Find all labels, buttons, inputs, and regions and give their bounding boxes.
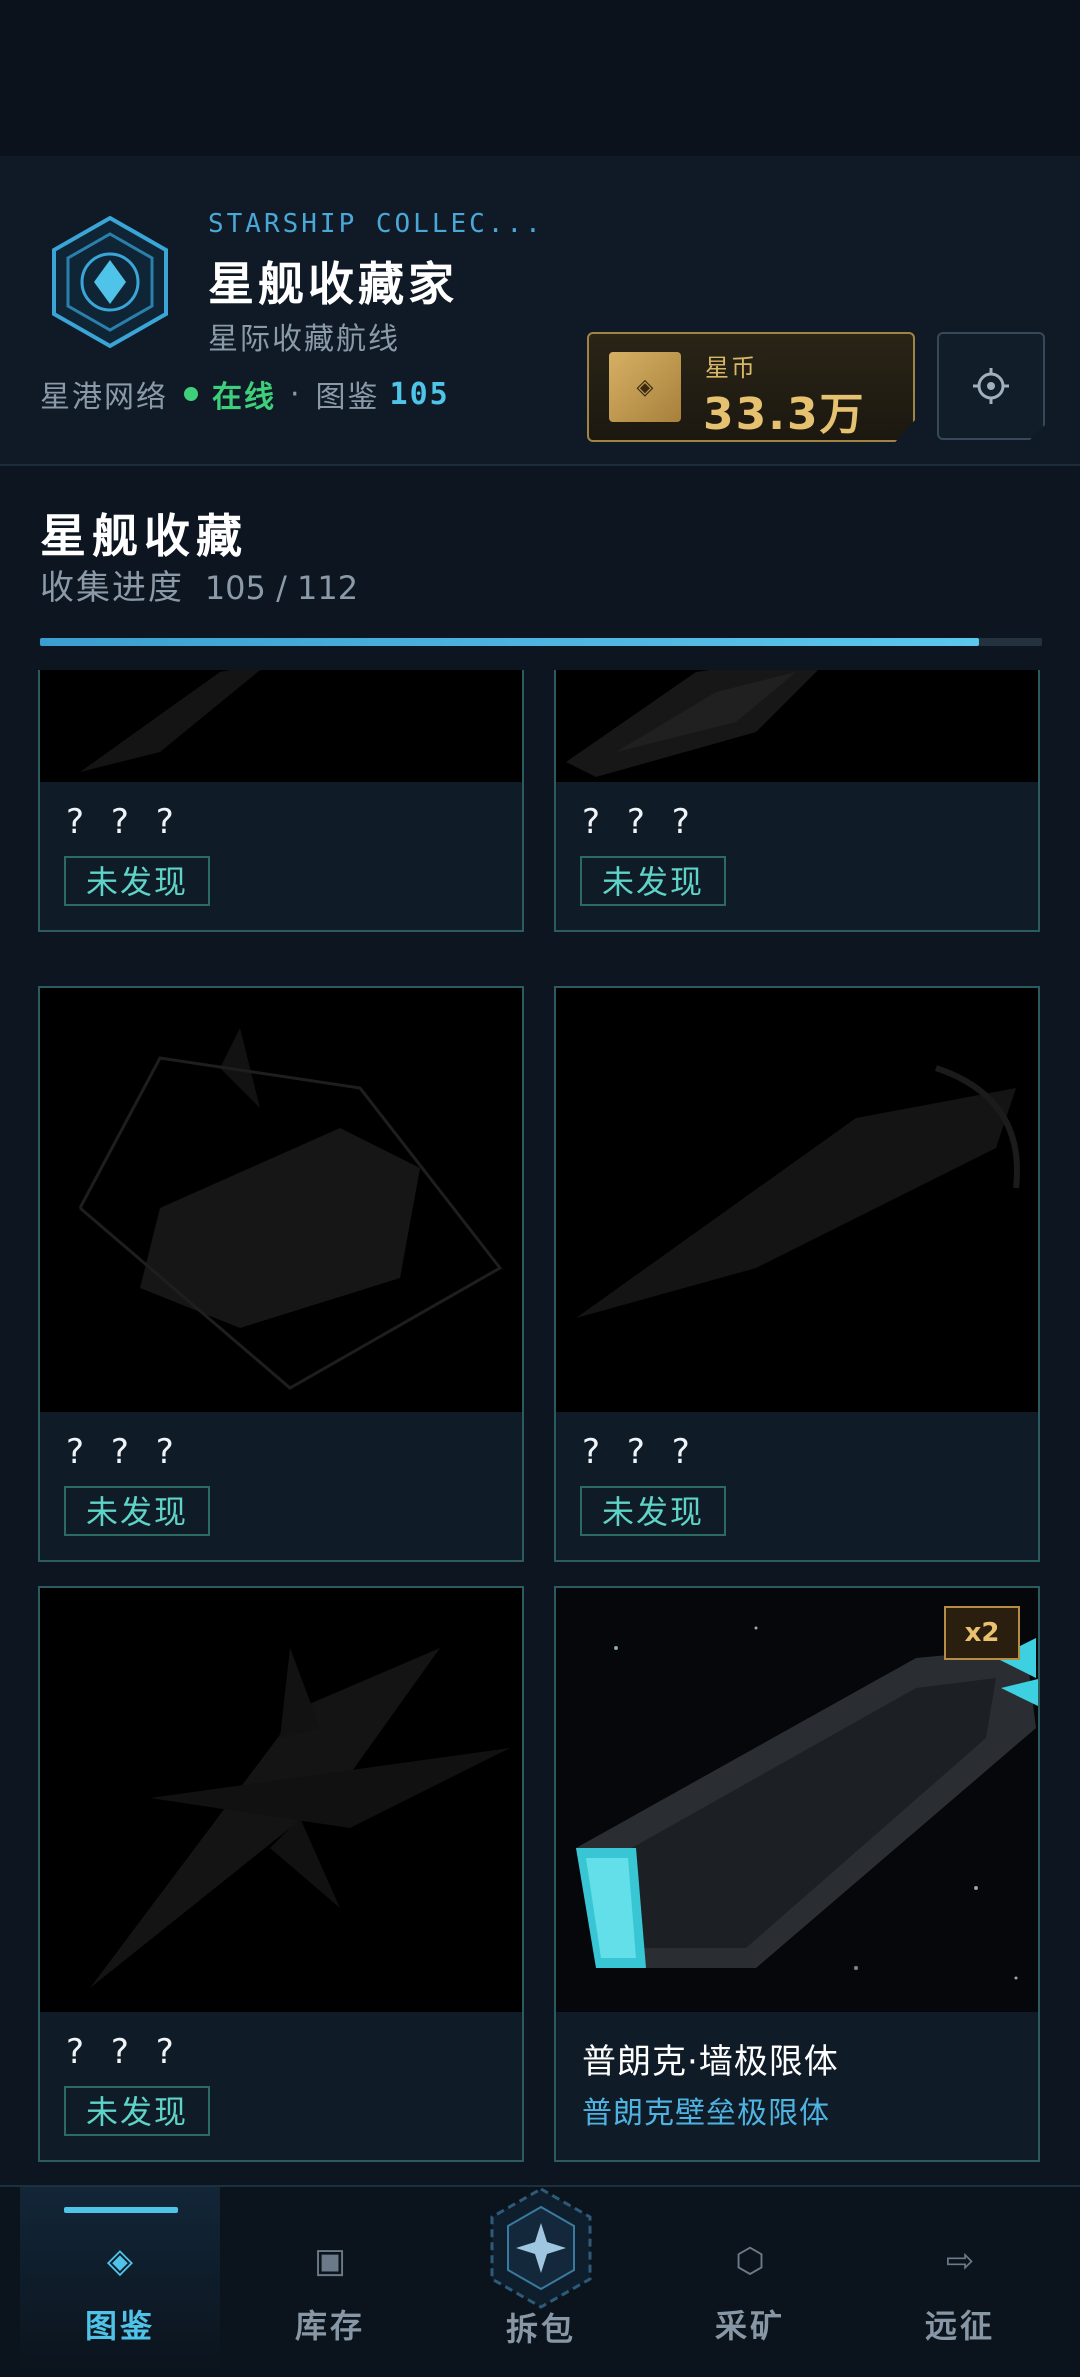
nav-item-expedition[interactable]: ⇨ 远征 [860,2187,1060,2377]
ship-silhouette-image [40,988,522,1412]
codex-label: 图鉴 [315,380,380,415]
app-header: STARSHIP COLLEC... 星舰收藏家 星际收藏航线 星港网络 在线 … [0,156,1080,466]
duplicate-count-badge: x2 [944,1606,1020,1660]
app-logo-icon [52,215,168,349]
undiscovered-tag: 未发现 [580,856,727,906]
ship-title: 普朗克·墙极限体 [582,2042,839,2082]
online-dot-icon [184,387,198,401]
ship-silhouette-image [556,670,1038,782]
nav-item-inventory[interactable]: ▣ 库存 [230,2187,430,2377]
collection-progress-text: 收集进度 105 / 112 [40,560,358,609]
codex-count: 105 [389,376,450,412]
gear-icon [973,368,1009,404]
app-title: 星舰收藏家 [208,257,458,311]
collection-progress-bar [40,638,1042,646]
nav-label: 远征 [924,2307,995,2345]
nav-label: 采矿 [714,2307,785,2345]
currency-box[interactable]: ◈ 星币 33.3万 [587,332,915,442]
ship-silhouette-image [40,1588,522,2012]
settings-button[interactable] [937,332,1045,440]
ship-card[interactable]: ? ? ? 未发现 [554,670,1040,932]
ship-title: ? ? ? [582,1432,698,1472]
ship-subtitle: 普朗克壁垒极限体 [582,2096,830,2131]
network-status: 星港网络 在线 · 图鉴 105 [40,372,450,416]
inventory-icon: ▣ [313,2241,347,2281]
nav-label: 图鉴 [84,2307,155,2345]
undiscovered-tag: 未发现 [580,1486,727,1536]
nav-item-codex[interactable]: ◈ 图鉴 [20,2187,220,2377]
ship-card[interactable]: ? ? ? 未发现 [38,1586,524,2162]
ship-card[interactable]: ? ? ? 未发现 [38,670,524,932]
nav-label: 库存 [294,2307,365,2345]
ship-card-discovered[interactable]: x2 普朗克·墙极限体 普朗克壁垒极限体 [554,1586,1040,2162]
codex-icon: ◈ [106,2241,134,2281]
progress-fill [40,638,980,646]
collection-grid: ? ? ? 未发现 ? ? ? 未发现 ? ? ? 未发现 ? ? ? 未发现 … [0,670,1080,2185]
nav-item-mining[interactable]: ⬡ 采矿 [650,2187,850,2377]
app-name-en: STARSHIP COLLEC... [208,209,544,239]
currency-value: 33.3万 [703,389,866,440]
ship-title: ? ? ? [66,1432,182,1472]
ship-title: ? ? ? [66,2032,182,2072]
ship-silhouette-image [40,670,522,782]
ship-card[interactable]: ? ? ? 未发现 [554,986,1040,1562]
ship-card[interactable]: ? ? ? 未发现 [38,986,524,1562]
progress-label: 收集进度 [40,568,184,608]
progress-count: 105 / 112 [204,569,359,607]
undiscovered-tag: 未发现 [64,1486,211,1536]
status-bar [0,0,1080,156]
undiscovered-tag: 未发现 [64,2086,211,2136]
ship-title: ? ? ? [582,802,698,842]
undiscovered-tag: 未发现 [64,856,211,906]
network-label: 星港网络 [40,380,168,415]
online-status: 在线 [212,380,276,415]
expedition-icon: ⇨ [945,2241,975,2281]
star-coin-icon: ◈ [609,352,681,422]
section-title: 星舰收藏 [40,509,248,563]
nav-label-unpack[interactable]: 拆包 [486,2304,596,2350]
unpack-button[interactable] [486,2185,596,2311]
ship-silhouette-image [556,988,1038,1412]
app-subtitle: 星际收藏航线 [208,322,400,357]
status-separator: · [290,376,302,412]
ship-title: ? ? ? [66,802,182,842]
mining-icon: ⬡ [735,2241,765,2281]
